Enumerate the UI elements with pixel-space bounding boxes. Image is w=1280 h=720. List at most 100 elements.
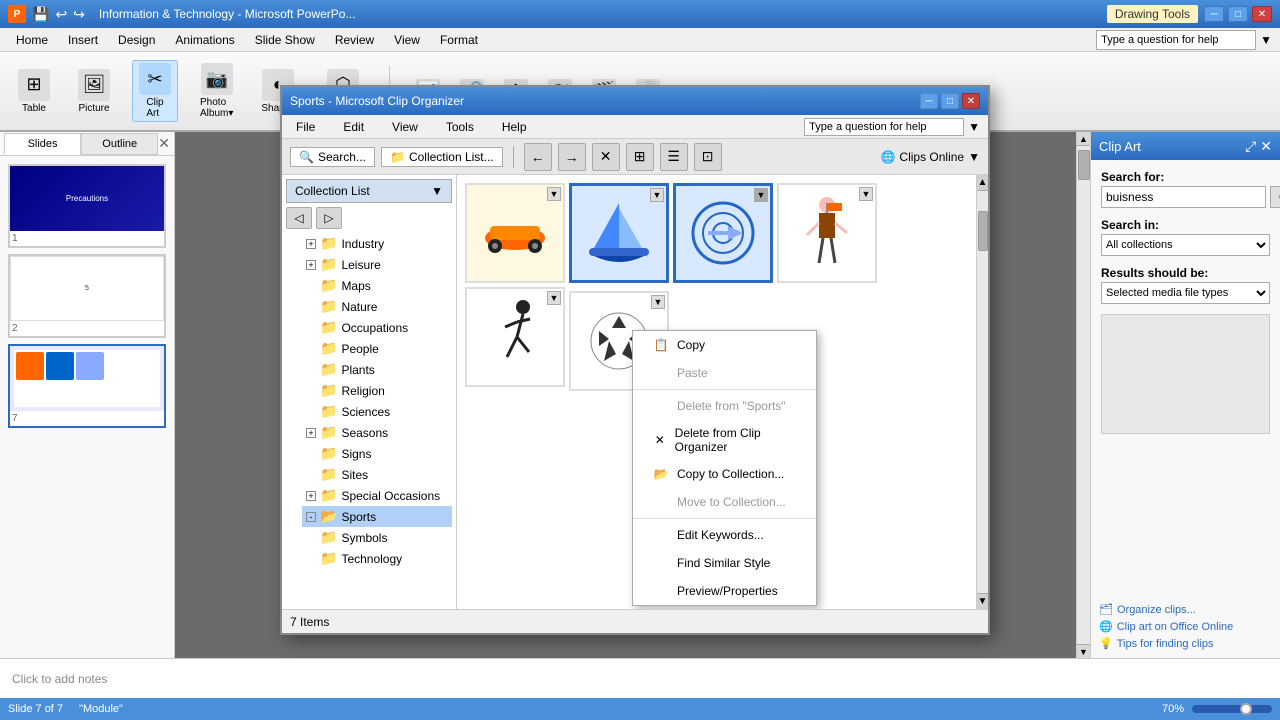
clip-item-4[interactable]: ▼ xyxy=(777,183,877,283)
dialog-close-btn[interactable]: ✕ xyxy=(962,93,980,109)
menu-edit[interactable]: Edit xyxy=(337,118,370,136)
tree-item-leisure[interactable]: + 📁 Leisure xyxy=(302,254,452,275)
tab-outline[interactable]: Outline xyxy=(81,133,158,155)
minimize-button[interactable]: ─ xyxy=(1204,6,1224,22)
clips-online-btn[interactable]: 🌐 Clips Online ▼ xyxy=(880,150,980,164)
menu-review[interactable]: Review xyxy=(327,31,382,49)
tree-item-sciences[interactable]: 📁 Sciences xyxy=(302,401,452,422)
back-btn[interactable]: ← xyxy=(524,143,552,171)
menu-animations[interactable]: Animations xyxy=(167,31,242,49)
clip-dropdown-2[interactable]: ▼ xyxy=(650,188,664,202)
menu-file[interactable]: File xyxy=(290,118,321,136)
menu-slideshow[interactable]: Slide Show xyxy=(247,31,323,49)
undo-icon[interactable]: ↩ xyxy=(55,6,67,23)
menu-tools[interactable]: Tools xyxy=(440,118,480,136)
help-dropdown-icon[interactable]: ▼ xyxy=(1260,33,1272,47)
expand-industry[interactable]: + xyxy=(306,239,316,249)
collection-list-button[interactable]: 📁 Collection List... xyxy=(381,147,503,167)
tab-slides[interactable]: Slides xyxy=(4,133,81,155)
forward-btn[interactable]: → xyxy=(558,143,586,171)
tree-item-technology[interactable]: 📁 Technology xyxy=(302,548,452,569)
cm-find-similar[interactable]: Find Similar Style xyxy=(633,549,816,577)
tree-item-occupations[interactable]: 📁 Occupations xyxy=(302,317,452,338)
ribbon-photo-btn[interactable]: 📷 PhotoAlbum▾ xyxy=(194,61,239,121)
cm-delete-organizer[interactable]: ✕ Delete from Clip Organizer xyxy=(633,420,816,460)
cm-copy-collection[interactable]: 📂 Copy to Collection... xyxy=(633,460,816,488)
menu-insert[interactable]: Insert xyxy=(60,31,106,49)
ribbon-table-btn[interactable]: ⊞ Table xyxy=(12,67,56,116)
clip-dropdown-1[interactable]: ▼ xyxy=(547,187,561,201)
help-search[interactable] xyxy=(1096,30,1256,50)
close-button[interactable]: ✕ xyxy=(1252,6,1272,22)
grid-view-btn[interactable]: ⊞ xyxy=(626,143,654,171)
tree-item-religion[interactable]: 📁 Religion xyxy=(302,380,452,401)
clip-item-1[interactable]: ▼ xyxy=(465,183,565,283)
tree-item-sites[interactable]: 📁 Sites xyxy=(302,464,452,485)
slide-thumb-2[interactable]: 5 2 xyxy=(8,254,166,338)
tree-item-seasons[interactable]: + 📁 Seasons xyxy=(302,422,452,443)
clip-dropdown-3[interactable]: ▼ xyxy=(754,188,768,202)
clip-item-5[interactable]: ▼ xyxy=(465,287,565,387)
search-in-dropdown[interactable]: All collections xyxy=(1101,234,1270,256)
cm-copy[interactable]: 📋 Copy xyxy=(633,331,816,359)
maximize-button[interactable]: □ xyxy=(1228,6,1248,22)
dialog-minimize-btn[interactable]: ─ xyxy=(920,93,938,109)
dialog-help-dropdown[interactable]: ▼ xyxy=(968,120,980,134)
expand-sports[interactable]: - xyxy=(306,512,316,522)
tree-item-symbols[interactable]: 📁 Symbols xyxy=(302,527,452,548)
ribbon-picture-btn[interactable]: 🖼 Picture xyxy=(72,67,116,116)
list-view-btn[interactable]: ☰ xyxy=(660,143,688,171)
search-button[interactable]: 🔍 Search... xyxy=(290,147,375,167)
nav-back-btn[interactable]: ◁ xyxy=(286,207,312,229)
go-button[interactable]: Go xyxy=(1270,186,1280,208)
tree-item-signs[interactable]: 📁 Signs xyxy=(302,443,452,464)
clip-scroll-up[interactable]: ▲ xyxy=(977,175,988,191)
slide-thumb-1[interactable]: Precautions 1 xyxy=(8,164,166,248)
clip-scroll-thumb[interactable] xyxy=(978,211,988,251)
tree-item-nature[interactable]: 📁 Nature xyxy=(302,296,452,317)
cm-preview[interactable]: Preview/Properties xyxy=(633,577,816,605)
organize-clips-link[interactable]: 🗂 Organize clips... xyxy=(1099,603,1272,616)
menu-view[interactable]: View xyxy=(386,31,428,49)
redo-icon[interactable]: ↪ xyxy=(73,6,85,23)
clip-dropdown-5[interactable]: ▼ xyxy=(547,291,561,305)
clip-dropdown-4[interactable]: ▼ xyxy=(859,187,873,201)
clip-art-resize-icon[interactable]: ⤢ xyxy=(1245,138,1256,155)
clip-art-close-icon[interactable]: ✕ xyxy=(1260,138,1272,155)
menu-format[interactable]: Format xyxy=(432,31,486,49)
clip-dropdown-6[interactable]: ▼ xyxy=(651,295,665,309)
nav-forward-btn[interactable]: ▷ xyxy=(316,207,342,229)
expand-leisure[interactable]: + xyxy=(306,260,316,270)
collection-dropdown-icon[interactable]: ▼ xyxy=(431,184,443,198)
tips-link[interactable]: 💡 Tips for finding clips xyxy=(1099,637,1272,650)
clips-online-dropdown[interactable]: ▼ xyxy=(968,150,980,164)
notes-placeholder[interactable]: Click to add notes xyxy=(12,672,107,686)
tree-item-special[interactable]: + 📁 Special Occasions xyxy=(302,485,452,506)
menu-home[interactable]: Home xyxy=(8,31,56,49)
tree-item-plants[interactable]: 📁 Plants xyxy=(302,359,452,380)
tree-item-people[interactable]: 📁 People xyxy=(302,338,452,359)
scroll-up-btn[interactable]: ▲ xyxy=(1077,132,1091,146)
clips-online-link[interactable]: 🌐 Clip art on Office Online xyxy=(1099,620,1272,633)
clip-item-2[interactable]: ▼ xyxy=(569,183,669,283)
ribbon-clipart-btn[interactable]: ✂ ClipArt xyxy=(132,60,178,122)
search-textbox[interactable] xyxy=(1101,186,1266,208)
menu-design[interactable]: Design xyxy=(110,31,163,49)
expand-seasons[interactable]: + xyxy=(306,428,316,438)
menu-help[interactable]: Help xyxy=(496,118,533,136)
save-icon[interactable]: 💾 xyxy=(32,6,49,23)
scroll-down-btn[interactable]: ▼ xyxy=(1077,644,1091,658)
tree-item-maps[interactable]: 📁 Maps xyxy=(302,275,452,296)
clip-item-3[interactable]: ▼ xyxy=(673,183,773,283)
tree-item-sports[interactable]: - 📂 Sports xyxy=(302,506,452,527)
slide-thumb-7[interactable]: 7 xyxy=(8,344,166,428)
tree-item-industry[interactable]: + 📁 Industry xyxy=(302,233,452,254)
dialog-help-search[interactable] xyxy=(804,118,964,136)
large-view-btn[interactable]: ⊡ xyxy=(694,143,722,171)
expand-special[interactable]: + xyxy=(306,491,316,501)
dialog-maximize-btn[interactable]: □ xyxy=(941,93,959,109)
results-dropdown[interactable]: Selected media file types xyxy=(1101,282,1270,304)
menu-view[interactable]: View xyxy=(386,118,424,136)
clip-scroll-down[interactable]: ▼ xyxy=(977,593,988,609)
close-panel-icon[interactable]: ✕ xyxy=(158,135,170,152)
